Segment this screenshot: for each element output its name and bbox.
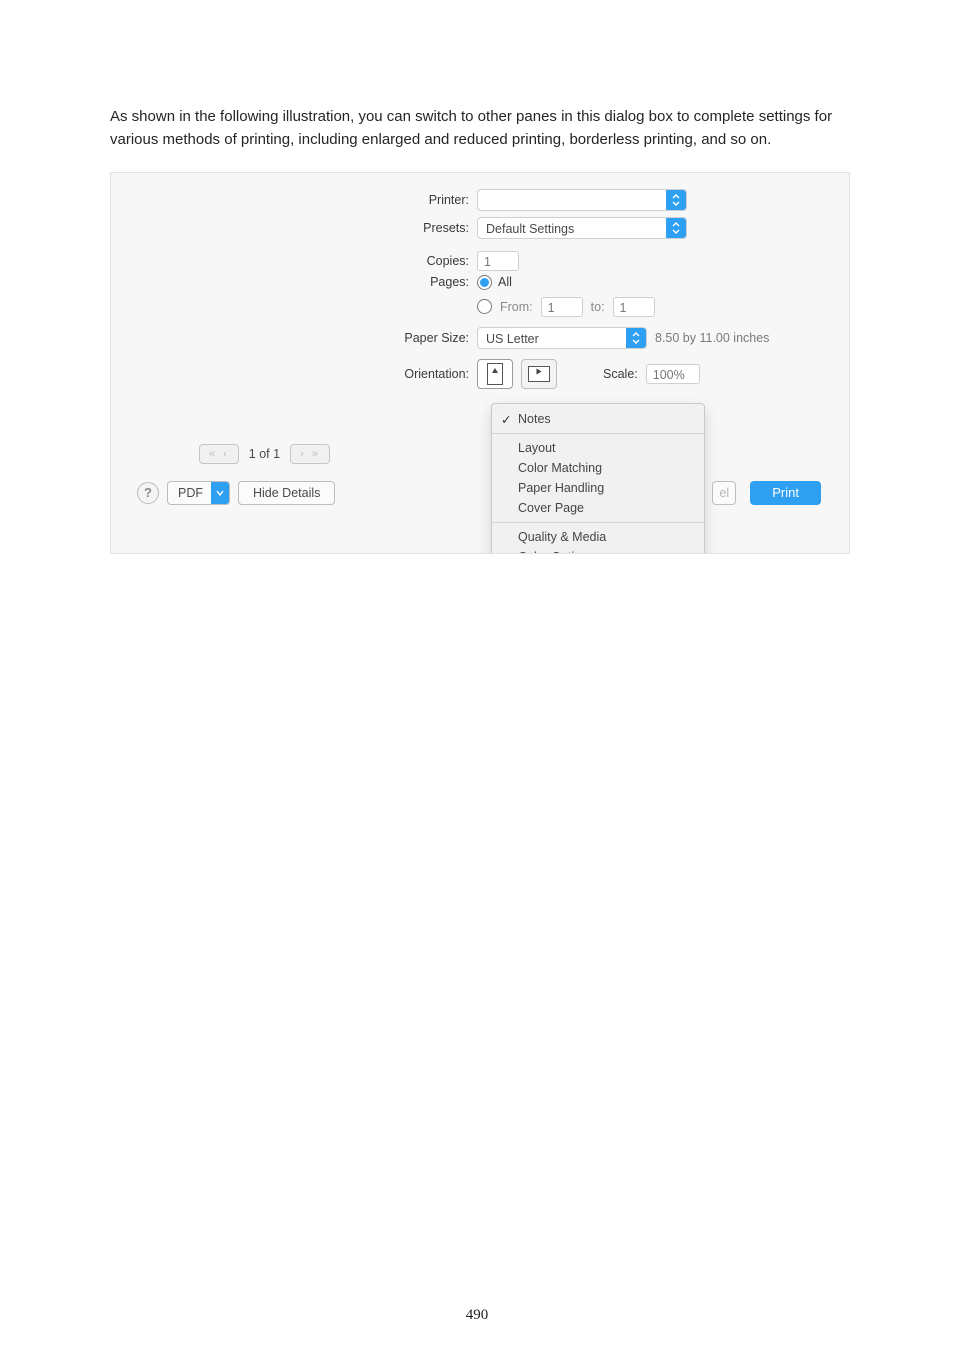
menu-paper-handling[interactable]: Paper Handling — [492, 478, 704, 498]
chevron-down-icon — [666, 190, 686, 210]
to-field[interactable]: 1 — [613, 297, 655, 317]
menu-color-matching[interactable]: Color Matching — [492, 458, 704, 478]
pager-text: 1 of 1 — [249, 447, 280, 461]
presets-value: Default Settings — [486, 222, 574, 236]
print-button[interactable]: Print — [750, 481, 821, 505]
label-papersize: Paper Size: — [391, 331, 469, 345]
extra-right-button[interactable]: el — [712, 481, 736, 505]
label-orientation: Orientation: — [391, 367, 469, 381]
papersize-popup[interactable]: US Letter — [477, 327, 647, 349]
print-dialog-illustration: Printer: Presets: Default Settings Copie… — [110, 172, 850, 554]
menu-quality-media[interactable]: Quality & Media — [492, 527, 704, 547]
orientation-portrait[interactable] — [477, 359, 513, 389]
label-presets: Presets: — [391, 221, 469, 235]
pager-next[interactable]: ›» — [290, 444, 330, 464]
hide-details-button[interactable]: Hide Details — [238, 481, 335, 505]
radio-pages-all[interactable]: All — [477, 275, 512, 290]
label-copies: Copies: — [391, 254, 469, 268]
from-field[interactable]: 1 — [541, 297, 583, 317]
chevron-down-icon — [211, 482, 229, 504]
radio-pages-all-label: All — [498, 275, 512, 289]
chevron-down-icon — [626, 328, 646, 348]
label-printer: Printer: — [391, 193, 469, 207]
menu-cover-page[interactable]: Cover Page — [492, 498, 704, 518]
menu-color-options[interactable]: Color Options — [492, 547, 704, 554]
radio-pages-range[interactable] — [477, 299, 492, 314]
page-number: 490 — [0, 1307, 954, 1324]
papersize-hint: 8.50 by 11.00 inches — [655, 331, 769, 345]
pane-dropdown[interactable]: Notes Layout Color Matching Paper Handli… — [491, 403, 705, 554]
label-to: to: — [591, 300, 605, 314]
pdf-button-label: PDF — [178, 486, 203, 500]
menu-layout[interactable]: Layout — [492, 438, 704, 458]
presets-popup[interactable]: Default Settings — [477, 217, 687, 239]
label-from: From: — [500, 300, 533, 314]
intro-paragraph: As shown in the following illustration, … — [110, 105, 844, 152]
pager-prev[interactable]: «‹ — [199, 444, 239, 464]
printer-popup[interactable] — [477, 189, 687, 211]
menu-notes[interactable]: Notes — [492, 409, 704, 429]
chevron-down-icon — [666, 218, 686, 238]
label-pages: Pages: — [391, 275, 469, 289]
copies-field[interactable]: 1 — [477, 251, 519, 271]
papersize-value: US Letter — [486, 332, 539, 346]
orientation-landscape[interactable] — [521, 359, 557, 389]
label-scale: Scale: — [603, 367, 638, 381]
pdf-button[interactable]: PDF — [167, 481, 230, 505]
scale-field[interactable]: 100% — [646, 364, 700, 384]
help-button[interactable]: ? — [137, 482, 159, 504]
